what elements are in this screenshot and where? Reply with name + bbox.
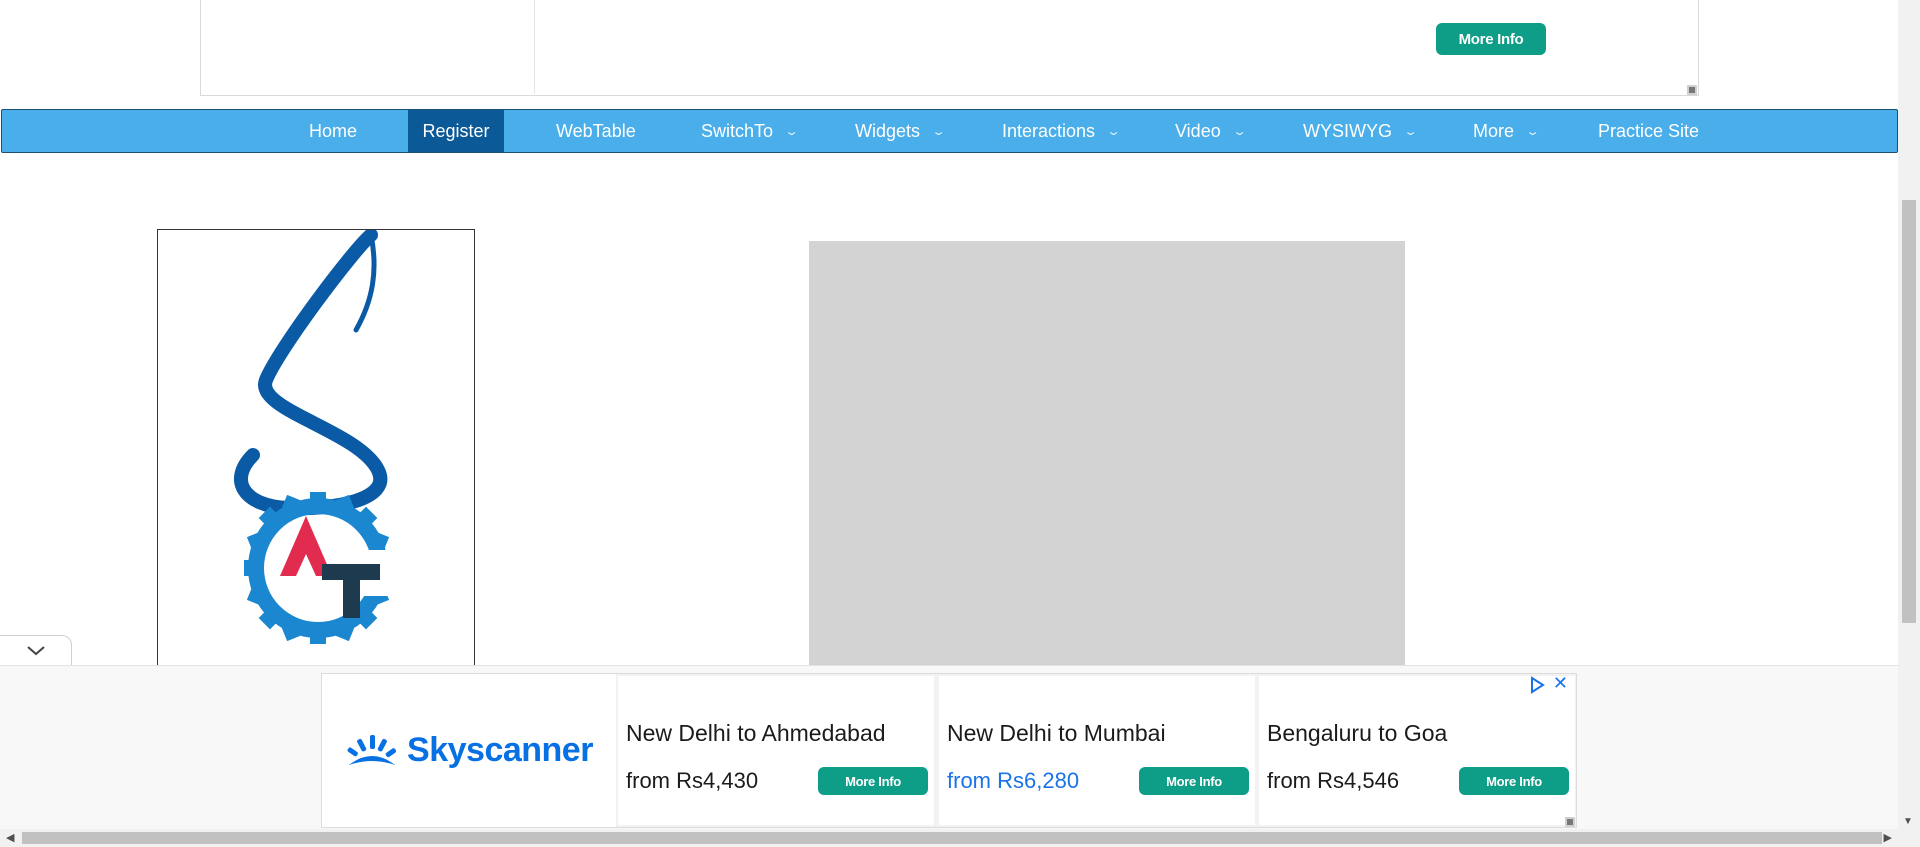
- nav-item-switchto[interactable]: SwitchTo ⌄: [701, 110, 800, 152]
- nav-item-label: Practice Site: [1598, 120, 1700, 141]
- resize-handle-icon[interactable]: [1687, 85, 1697, 95]
- nav-item-label: Interactions: [1002, 120, 1096, 141]
- chevron-down-icon: ⌄: [1403, 125, 1418, 138]
- close-icon[interactable]: ✕: [1553, 674, 1568, 692]
- collapse-ad-toggle[interactable]: [0, 635, 72, 665]
- skyscanner-logo[interactable]: Skyscanner: [322, 674, 616, 827]
- site-logo: [157, 229, 475, 669]
- chevron-down-icon: ⌄: [1231, 125, 1247, 138]
- nav-item-label: WebTable: [556, 120, 636, 141]
- vertical-scrollbar[interactable]: ▼: [1898, 0, 1920, 829]
- ad-route: New Delhi to Mumbai: [947, 720, 1166, 746]
- nav-item-label: SwitchTo: [701, 120, 774, 141]
- scrollbar-thumb[interactable]: [1902, 200, 1916, 623]
- nav-item-label: Register: [422, 120, 490, 141]
- ad-card-ahmedabad[interactable]: New Delhi to Ahmedabad from Rs4,430 More…: [618, 676, 934, 825]
- skyscanner-sunrise-icon: [347, 734, 397, 765]
- nav-item-interactions[interactable]: Interactions ⌄: [1002, 110, 1122, 152]
- skyscanner-ad[interactable]: Skyscanner New Delhi to Ahmedabad from R…: [321, 673, 1577, 828]
- nav-item-more[interactable]: More ⌄: [1473, 110, 1540, 152]
- ad-route: Bengaluru to Goa: [1267, 720, 1448, 746]
- top-ad-banner: More Info: [200, 0, 1699, 96]
- resize-handle-icon[interactable]: [1565, 817, 1575, 827]
- ad-price: from Rs4,546: [1267, 768, 1400, 793]
- chevron-down-icon: ⌄: [1525, 125, 1540, 138]
- scrollbar-thumb[interactable]: [22, 832, 1882, 844]
- scroll-right-arrow-icon[interactable]: ▶: [1884, 831, 1892, 844]
- chevron-down-icon: ⌄: [784, 125, 800, 138]
- nav-item-label: Widgets: [855, 120, 921, 141]
- horizontal-scrollbar[interactable]: ◀ ▶: [0, 829, 1920, 847]
- chevron-down-icon: ⌄: [1106, 125, 1122, 138]
- more-info-button[interactable]: More Info: [1139, 767, 1249, 795]
- nav-item-practice-site[interactable]: Practice Site: [1598, 110, 1699, 152]
- ad-route: New Delhi to Ahmedabad: [626, 720, 886, 746]
- nav-item-home[interactable]: Home: [309, 110, 357, 152]
- ad-price: from Rs4,430: [626, 768, 759, 793]
- nav-item-label: More: [1473, 120, 1515, 141]
- top-ad-more-info-button[interactable]: More Info: [1436, 23, 1546, 55]
- nav-item-label: Video: [1175, 120, 1221, 141]
- nav-item-label: WYSIWYG: [1303, 120, 1392, 141]
- main-navbar: Home Register WebTable SwitchTo ⌄ Widget…: [1, 109, 1898, 153]
- more-info-button[interactable]: More Info: [818, 767, 928, 795]
- nav-item-video[interactable]: Video ⌄: [1175, 110, 1247, 152]
- ad-card-goa[interactable]: Bengaluru to Goa from Rs4,546 More Info: [1259, 676, 1575, 825]
- video-placeholder: [809, 241, 1405, 669]
- nav-item-wysiwyg[interactable]: WYSIWYG ⌄: [1303, 110, 1418, 152]
- ad-price: from Rs6,280: [947, 768, 1080, 793]
- nav-item-webtable[interactable]: WebTable: [556, 110, 636, 152]
- nav-item-register[interactable]: Register: [408, 110, 504, 152]
- ad-divider: [534, 0, 535, 94]
- more-info-button[interactable]: More Info: [1459, 767, 1569, 795]
- scroll-down-arrow-icon[interactable]: ▼: [1903, 816, 1913, 827]
- logo-gear-icon: [244, 492, 392, 644]
- ad-card-mumbai[interactable]: New Delhi to Mumbai from Rs6,280 More In…: [939, 676, 1255, 825]
- nav-item-widgets[interactable]: Widgets ⌄: [855, 110, 947, 152]
- ad-choices-icon[interactable]: [1528, 676, 1546, 694]
- nav-item-label: Home: [309, 120, 358, 141]
- scroll-left-arrow-icon[interactable]: ◀: [6, 831, 14, 844]
- skyscanner-brand-text: Skyscanner: [407, 731, 593, 769]
- chevron-down-icon: [26, 645, 45, 655]
- chevron-down-icon: ⌄: [931, 125, 947, 138]
